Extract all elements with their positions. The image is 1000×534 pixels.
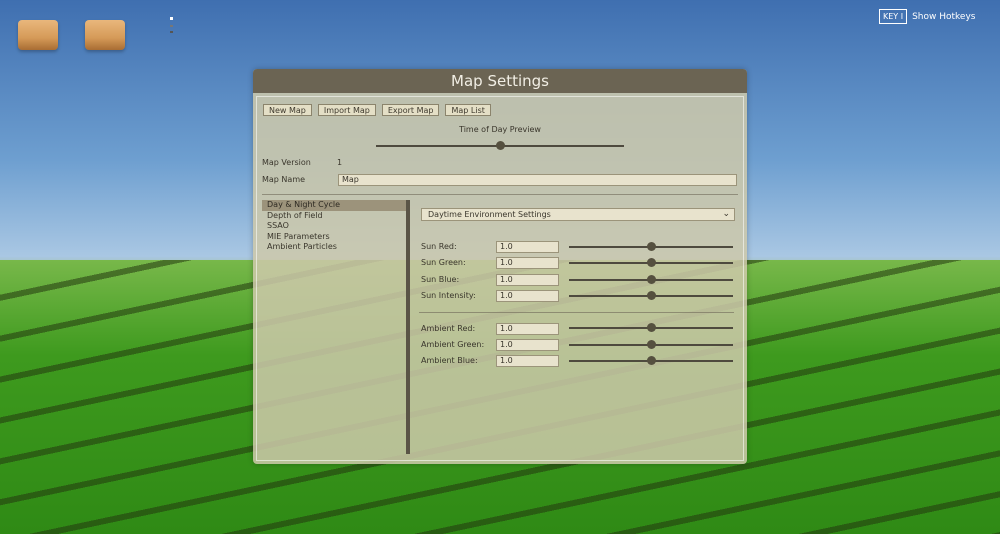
time-of-day-slider-handle[interactable]	[496, 141, 505, 150]
category-mie-parameters[interactable]: MIE Parameters	[262, 232, 408, 243]
ambient-green-label: Ambient Green:	[421, 340, 485, 349]
key-badge-label: KEY	[883, 12, 899, 21]
sun-red-input[interactable]: 1.0	[496, 241, 559, 253]
sun-green-slider[interactable]	[569, 258, 733, 267]
ambient-red-input[interactable]: 1.0	[496, 323, 559, 335]
sun-red-label: Sun Red:	[421, 242, 457, 251]
sun-red-slider-handle[interactable]	[647, 242, 656, 251]
environment-preset-dropdown[interactable]: Daytime Environment Settings ⌄	[421, 208, 735, 221]
export-map-button[interactable]: Export Map	[381, 104, 440, 116]
show-hotkeys-hint[interactable]: KEY I Show Hotkeys	[879, 9, 976, 24]
hotbar-block-slot-1[interactable]	[18, 20, 58, 50]
sun-green-label: Sun Green:	[421, 258, 466, 267]
category-day-night-cycle[interactable]: Day & Night Cycle	[262, 200, 408, 211]
sun-intensity-input[interactable]: 1.0	[496, 290, 559, 302]
map-settings-window: Map Settings New Map Import Map Export M…	[253, 69, 747, 464]
map-toolbar: New Map Import Map Export Map Map List	[263, 104, 491, 116]
window-title: Map Settings	[253, 69, 747, 93]
map-version-value: 1	[337, 158, 343, 167]
map-version-label: Map Version	[262, 158, 311, 167]
category-list-scrollbar[interactable]	[406, 200, 410, 454]
ambient-green-input[interactable]: 1.0	[496, 339, 559, 351]
sun-intensity-slider[interactable]	[569, 291, 733, 300]
sun-blue-slider-handle[interactable]	[647, 275, 656, 284]
key-badge: KEY I	[879, 9, 908, 24]
ambient-green-slider-handle[interactable]	[647, 340, 656, 349]
ambient-blue-input[interactable]: 1.0	[496, 355, 559, 367]
sun-intensity-slider-handle[interactable]	[647, 291, 656, 300]
ambient-red-slider[interactable]	[569, 323, 733, 332]
ambient-red-slider-handle[interactable]	[647, 323, 656, 332]
sun-blue-label: Sun Blue:	[421, 275, 460, 284]
hotbar-block-slot-2[interactable]	[85, 20, 125, 50]
environment-divider	[419, 312, 734, 313]
ambient-blue-slider-handle[interactable]	[647, 356, 656, 365]
ambient-green-slider[interactable]	[569, 340, 733, 349]
category-ambient-particles[interactable]: Ambient Particles	[262, 242, 408, 253]
ambient-red-label: Ambient Red:	[421, 324, 476, 333]
category-depth-of-field[interactable]: Depth of Field	[262, 211, 408, 222]
map-list-button[interactable]: Map List	[445, 104, 491, 116]
sun-blue-slider[interactable]	[569, 275, 733, 284]
time-of-day-label: Time of Day Preview	[459, 125, 541, 134]
map-name-input[interactable]: Map	[338, 174, 737, 186]
sun-red-slider[interactable]	[569, 242, 733, 251]
ambient-blue-label: Ambient Blue:	[421, 356, 478, 365]
category-ssao[interactable]: SSAO	[262, 221, 408, 232]
sun-green-slider-handle[interactable]	[647, 258, 656, 267]
sun-green-input[interactable]: 1.0	[496, 257, 559, 269]
environment-preset-value: Daytime Environment Settings	[428, 210, 551, 219]
map-name-label: Map Name	[262, 175, 306, 184]
import-map-button[interactable]: Import Map	[317, 104, 376, 116]
sun-blue-input[interactable]: 1.0	[496, 274, 559, 286]
section-divider	[262, 194, 738, 195]
show-hotkeys-label: Show Hotkeys	[912, 11, 976, 22]
settings-category-list: Day & Night Cycle Depth of Field SSAO MI…	[262, 200, 408, 253]
chevron-down-icon: ⌄	[722, 209, 730, 219]
sun-intensity-label: Sun Intensity:	[421, 291, 476, 300]
ambient-blue-slider[interactable]	[569, 356, 733, 365]
new-map-button[interactable]: New Map	[263, 104, 312, 116]
time-of-day-slider[interactable]	[376, 141, 624, 150]
crosshair-icon	[170, 17, 173, 39]
